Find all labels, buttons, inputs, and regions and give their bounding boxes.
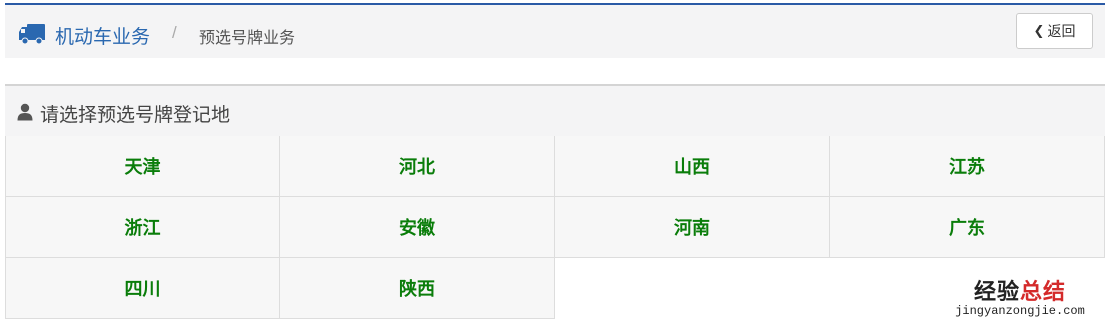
region-button-guangdong[interactable]: 广东 (830, 197, 1105, 258)
region-button-zhejiang[interactable]: 浙江 (5, 197, 280, 258)
breadcrumb-current: 预选号牌业务 (199, 30, 296, 47)
panel-heading: 请选择预选号牌登记地 (5, 84, 1105, 136)
watermark-title: 经验总结 (973, 279, 1067, 304)
breadcrumb-home-link[interactable]: 机动车业务 (55, 22, 150, 49)
user-icon (17, 103, 33, 126)
watermark: 经验总结 jingyanzongjie.com (935, 279, 1105, 319)
back-button-label: 返回 (1047, 23, 1076, 39)
region-button-anhui[interactable]: 安徽 (280, 197, 555, 258)
chevron-left-icon: ❮ (1033, 23, 1045, 38)
region-button-shaanxi[interactable]: 陕西 (280, 258, 555, 319)
breadcrumb-separator: / (172, 23, 177, 42)
region-button-henan[interactable]: 河南 (555, 197, 830, 258)
region-button-jiangsu[interactable]: 江苏 (830, 136, 1105, 197)
region-button-tianjin[interactable]: 天津 (5, 136, 280, 197)
region-button-shanxi[interactable]: 山西 (555, 136, 830, 197)
region-button-hebei[interactable]: 河北 (280, 136, 555, 197)
page-header: 机动车业务 / 预选号牌业务 ❮ 返回 (5, 3, 1105, 58)
panel-title: 请选择预选号牌登记地 (40, 105, 231, 126)
back-button[interactable]: ❮ 返回 (1016, 13, 1093, 49)
watermark-url: jingyanzongjie.com (955, 304, 1085, 318)
truck-icon (18, 23, 46, 50)
region-button-sichuan[interactable]: 四川 (5, 258, 280, 319)
